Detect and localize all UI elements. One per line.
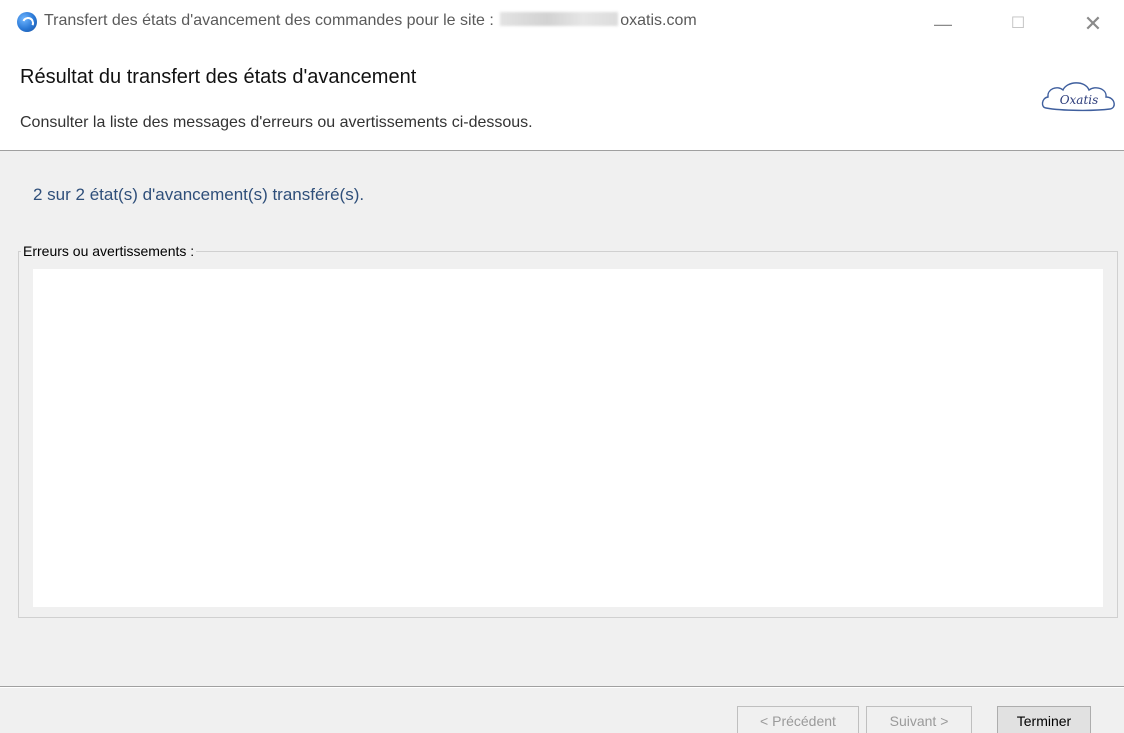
wizard-window: Transfert des états d'avancement des com… [0,0,1124,733]
app-icon [17,12,37,32]
messages-textbox[interactable] [33,269,1103,607]
errors-group: Erreurs ou avertissements : [18,243,1118,618]
logo-text: Oxatis [1060,93,1099,107]
previous-button[interactable]: < Précédent [737,706,859,733]
maximize-button[interactable]: ☐ [995,8,1041,40]
close-button[interactable]: ✕ [1070,8,1116,40]
title-bar: Transfert des états d'avancement des com… [0,0,1124,48]
next-button[interactable]: Suivant > [866,706,972,733]
window-title-prefix: Transfert des états d'avancement des com… [44,12,494,29]
page-subtitle: Consulter la liste des messages d'erreur… [20,114,533,131]
wizard-header: Résultat du transfert des états d'avance… [0,48,1124,151]
page-title: Résultat du transfert des états d'avance… [20,66,417,88]
window-title: Transfert des états d'avancement des com… [44,12,697,30]
window-title-suffix: oxatis.com [620,12,697,29]
errors-group-label: Erreurs ou avertissements : [21,243,197,259]
minimize-button[interactable]: — [920,8,966,40]
oxatis-logo: Oxatis [1041,82,1115,112]
finish-button[interactable]: Terminer [997,706,1091,733]
redacted-site-name [500,12,619,26]
footer-divider [0,686,1124,688]
transfer-summary: 2 sur 2 état(s) d'avancement(s) transfér… [33,185,365,204]
